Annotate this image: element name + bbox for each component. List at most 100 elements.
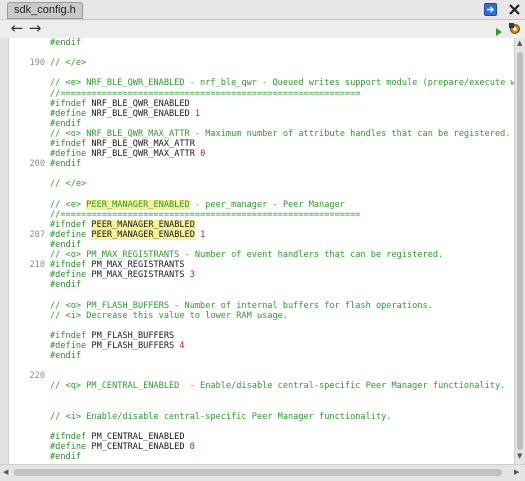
code-line[interactable]: #define PM_MAX_REGISTRANTS 3 — [9, 270, 514, 280]
horizontal-scroll-thumb[interactable] — [14, 469, 502, 476]
code-editor[interactable]: #endif 190 // </e> // <e> NRF_BLE_QWR_ENABL… — [9, 38, 514, 464]
code-token: // <o> PM_MAX_REGISTRANTS - Number of ev… — [50, 250, 444, 261]
code-token: #endif — [50, 452, 82, 463]
code-line[interactable]: // <e> NRF_BLE_QWR_ENABLED - nrf_ble_qwr… — [9, 78, 514, 88]
code-line[interactable]: #endif — [9, 351, 514, 361]
code-text: #ifndef PM_FLASH_BUFFERS — [50, 331, 174, 341]
code-text: //======================================… — [50, 210, 360, 220]
code-line[interactable] — [9, 68, 514, 78]
code-text: #define PM_MAX_REGISTRANTS 3 — [50, 270, 195, 280]
close-icon[interactable] — [508, 3, 521, 16]
code-line[interactable] — [9, 361, 514, 371]
code-token: // <q> PM_CENTRAL_ENABLED - Enable/disab… — [50, 381, 506, 392]
code-text: #define PM_CENTRAL_ENABLED 0 — [50, 442, 195, 452]
code-text: #ifndef PM_CENTRAL_ENABLED — [50, 432, 185, 442]
code-token: // <e> NRF_BLE_QWR_ENABLED - nrf_ble_qwr… — [50, 78, 514, 89]
horizontal-scrollbar[interactable]: ◀ ▶ — [0, 464, 525, 481]
code-text: //======================================… — [50, 89, 360, 99]
vertical-scroll-thumb[interactable] — [517, 52, 523, 450]
code-text: // <q> PM_CENTRAL_ENABLED - Enable/disab… — [50, 381, 505, 391]
code-token: // <e> — [50, 199, 87, 210]
code-token: // </e> — [50, 58, 87, 69]
code-text: #define NRF_BLE_QWR_ENABLED 1 — [50, 109, 200, 119]
code-token: #endif — [50, 159, 82, 170]
code-line[interactable] — [9, 291, 514, 301]
code-token: NRF_BLE_QWR_ENABLED — [91, 98, 190, 109]
code-line[interactable]: #ifndef PM_CENTRAL_ENABLED — [9, 432, 514, 442]
code-line[interactable]: 207 #define PEER_MANAGER_ENABLED 1 — [9, 229, 514, 240]
code-text: #endif — [50, 159, 81, 169]
code-text: #ifndef PM_MAX_REGISTRANTS — [50, 260, 185, 270]
code-token: PM_FLASH_BUFFERS — [91, 341, 180, 351]
code-text: #define PM_FLASH_BUFFERS 4 — [50, 341, 185, 351]
vertical-scrollbar[interactable]: ▲ ▼ — [514, 38, 525, 464]
code-line[interactable]: #ifndef PM_FLASH_BUFFERS — [9, 331, 514, 341]
code-token: #define — [50, 341, 92, 351]
code-token: //======================================… — [50, 209, 361, 220]
code-line[interactable] — [9, 402, 514, 412]
code-text: #endif — [50, 351, 81, 361]
link-with-editor-icon[interactable] — [484, 3, 497, 16]
code-line[interactable]: #endif — [9, 119, 514, 129]
code-text: // <o> NRF_BLE_QWR_MAX_ATTR - Maximum nu… — [50, 129, 514, 139]
code-line[interactable]: // </e> — [9, 179, 514, 189]
code-line[interactable]: #define PM_CENTRAL_ENABLED 0 — [9, 442, 514, 452]
back-arrow-icon[interactable]: ← — [9, 20, 25, 36]
scroll-left-icon[interactable]: ◀ — [3, 468, 8, 476]
code-line[interactable] — [9, 190, 514, 200]
code-line[interactable]: #ifndef NRF_BLE_QWR_ENABLED — [9, 99, 514, 109]
code-token: #define — [50, 442, 92, 452]
code-token: NRF_BLE_QWR_MAX_ATTR — [91, 149, 201, 160]
code-token: PM_CENTRAL_ENABLED — [91, 431, 185, 442]
run-icon[interactable] — [495, 24, 503, 36]
code-text: #endif — [50, 452, 81, 462]
scroll-right-icon[interactable]: ▶ — [514, 468, 519, 476]
settings-icon[interactable] — [508, 22, 521, 35]
scroll-down-icon[interactable]: ▼ — [517, 452, 522, 460]
code-line[interactable]: 190 // </e> — [9, 58, 514, 68]
code-line[interactable] — [9, 321, 514, 331]
scroll-up-icon[interactable]: ▲ — [517, 39, 522, 47]
highlighted-token: PEER_MANAGER_ENABLED — [91, 229, 195, 240]
code-token: #endif — [50, 118, 82, 129]
code-token: #define — [50, 229, 92, 240]
code-token: 0 — [189, 442, 195, 452]
code-line[interactable]: 200 #endif — [9, 159, 514, 169]
code-text: // </e> — [50, 179, 86, 189]
code-line[interactable]: #define NRF_BLE_QWR_ENABLED 1 — [9, 109, 514, 119]
code-line[interactable]: // <o> PM_MAX_REGISTRANTS - Number of ev… — [9, 250, 514, 260]
code-token: PM_CENTRAL_ENABLED — [91, 442, 190, 452]
highlighted-token: PEER_MANAGER_ENABLED — [91, 219, 195, 230]
code-line[interactable]: // <e> PEER_MANAGER_ENABLED - peer_manag… — [9, 199, 514, 210]
code-line[interactable]: #define NRF_BLE_QWR_MAX_ATTR 0 — [9, 149, 514, 159]
code-line[interactable]: 210 #ifndef PM_MAX_REGISTRANTS — [9, 260, 514, 270]
code-line[interactable]: #ifndef NRF_BLE_QWR_MAX_ATTR — [9, 139, 514, 149]
code-line[interactable]: #endif — [9, 240, 514, 250]
code-line[interactable]: 220 — [9, 371, 514, 381]
code-token: #define — [50, 149, 92, 160]
code-line[interactable]: #endif — [9, 38, 514, 48]
code-line[interactable]: // <q> PM_CENTRAL_ENABLED - Enable/disab… — [9, 381, 514, 391]
code-line[interactable]: // <o> NRF_BLE_QWR_MAX_ATTR - Maximum nu… — [9, 129, 514, 139]
code-line[interactable]: #endif — [9, 280, 514, 290]
code-line[interactable]: #ifndef PEER_MANAGER_ENABLED — [9, 219, 514, 230]
code-token: #endif — [50, 280, 82, 291]
code-line[interactable] — [9, 392, 514, 402]
code-line[interactable]: // <i> Enable/disable central-specific P… — [9, 412, 514, 422]
code-line[interactable] — [9, 48, 514, 58]
code-token: // <i> Decrease this value to lower RAM … — [50, 310, 288, 321]
code-token: #ifndef — [50, 260, 92, 271]
code-line[interactable]: #endif — [9, 452, 514, 462]
code-text: // </e> — [50, 58, 86, 68]
code-line[interactable]: // <i> Decrease this value to lower RAM … — [9, 311, 514, 321]
code-line[interactable] — [9, 422, 514, 432]
code-line[interactable]: //======================================… — [9, 210, 514, 220]
code-line[interactable]: // <o> PM_FLASH_BUFFERS - Number of inte… — [9, 301, 514, 311]
code-token: #define — [50, 270, 92, 281]
tab-sdk-config[interactable]: sdk_config.h — [7, 2, 83, 19]
code-line[interactable]: #define PM_FLASH_BUFFERS 4 — [9, 341, 514, 351]
code-line[interactable] — [9, 169, 514, 179]
forward-arrow-icon[interactable]: → — [27, 20, 43, 36]
code-line[interactable]: //======================================… — [9, 89, 514, 99]
code-token: 1 — [194, 108, 201, 119]
